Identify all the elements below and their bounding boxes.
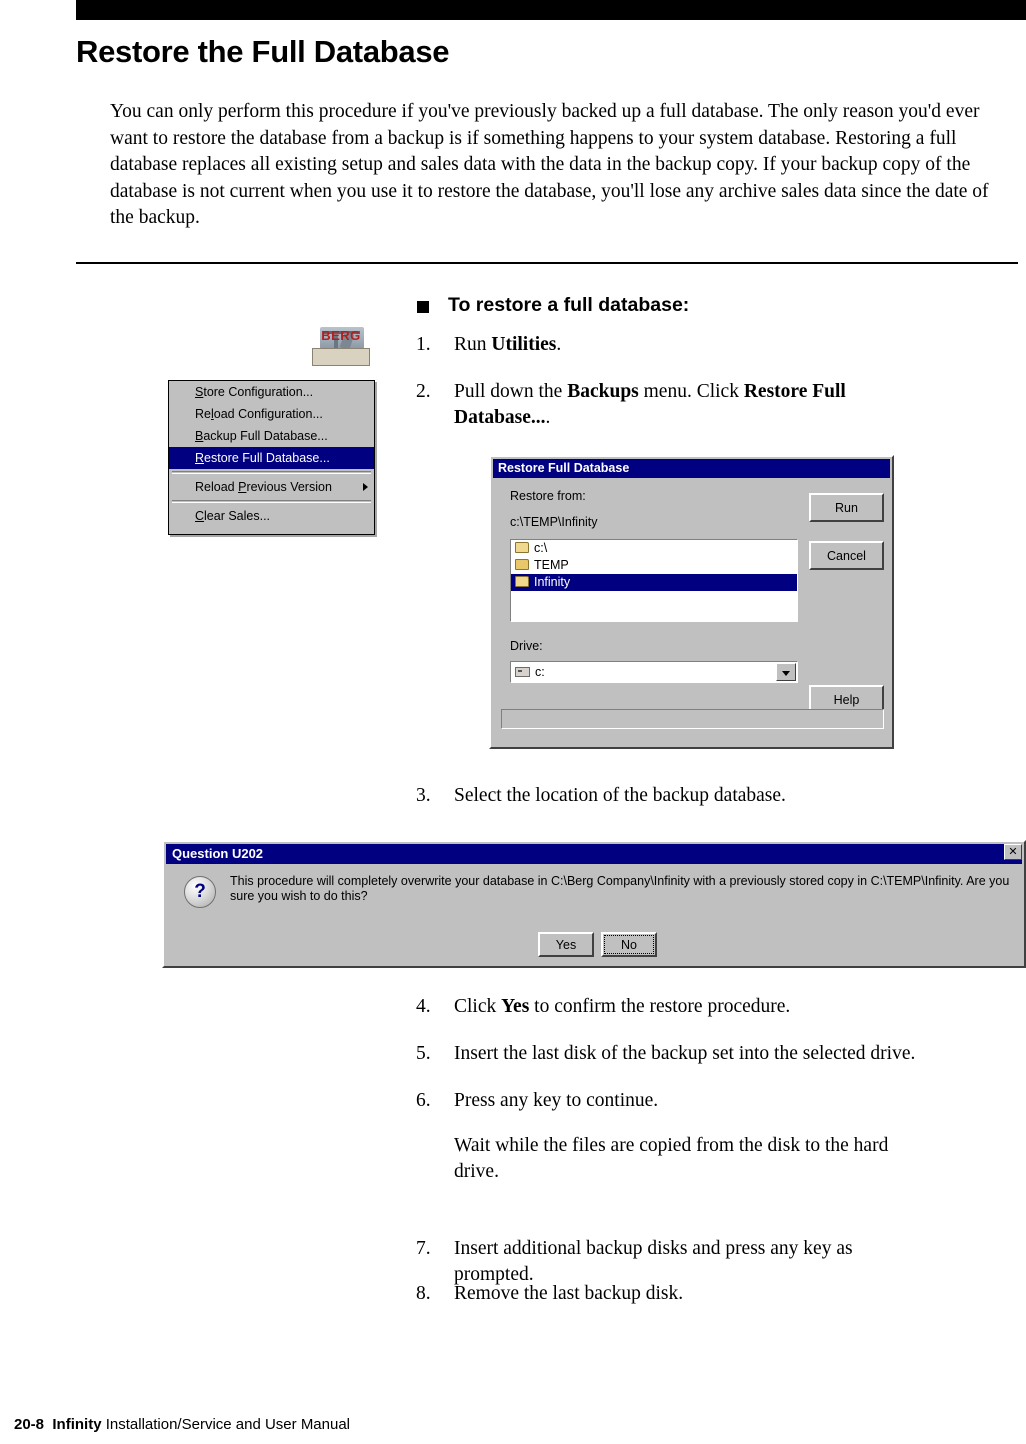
menu-separator-2 [172,500,371,503]
berg-nameplate [312,348,370,366]
drive-label: Drive: [510,639,543,653]
step-3-text: Select the location of the backup databa… [454,785,786,806]
page-footer: 20-8 Infinity Installation/Service and U… [14,1416,350,1433]
step-7-number: 7. [416,1238,431,1259]
question-dialog-titlebar: Question U202 [166,844,1022,864]
drive-icon [515,667,530,677]
step-3-number: 3. [416,785,431,806]
footer-product: Infinity [52,1416,102,1433]
chevron-down-icon[interactable] [776,663,796,681]
restore-full-database-dialog[interactable]: Restore Full Database Restore from: c:\T… [489,455,894,749]
step-6-note-text: Wait while the files are copied from the… [454,1135,889,1182]
restore-from-label: Restore from: [510,489,586,503]
step-4-text: Click Yes to confirm the restore procedu… [454,996,791,1017]
run-button[interactable]: Run [809,493,884,522]
footer-page-number: 20-8 [14,1416,45,1433]
folder-label-0: c:\ [534,541,548,555]
question-dialog[interactable]: Question U202 ✕ ? This procedure will co… [162,840,1026,968]
section-bullet-icon [417,301,429,313]
berg-label: BERG [321,328,361,343]
step-5-number: 5. [416,1043,431,1064]
folder-listbox[interactable]: c:\ TEMP Infinity [510,539,798,622]
procedure-heading: To restore a full database: [448,294,690,316]
close-icon[interactable]: ✕ [1004,844,1022,860]
folder-icon [515,559,529,570]
step-8-text: Remove the last backup disk. [454,1283,684,1304]
no-button[interactable]: No [601,932,657,957]
intro-paragraph: You can only perform this procedure if y… [110,101,989,228]
progress-bar [501,709,884,729]
question-mark-icon: ? [184,876,216,908]
drive-value: c: [535,665,545,679]
folder-open-icon [515,576,529,587]
step-2-text: Pull down the Backups menu. Click Restor… [454,381,846,428]
step-1-number: 1. [416,334,431,355]
question-message: This procedure will completely overwrite… [230,874,1010,903]
menu-item-store-configuration[interactable]: Store Configuration... [169,381,374,403]
menu-item-backup-full-database[interactable]: Backup Full Database... [169,425,374,447]
folder-row-temp[interactable]: TEMP [511,557,797,574]
menu-item-restore-full-database[interactable]: Restore Full Database... [169,447,374,469]
question-glyph: ? [194,881,206,902]
berg-app-icon: BERG [312,327,370,366]
menu-item-clear-sales[interactable]: Clear Sales... [169,505,374,527]
folder-label-2: Infinity [534,575,571,589]
submenu-arrow-icon [363,483,368,491]
dialog-titlebar: Restore Full Database [493,459,890,478]
step-6-text: Press any key to continue. [454,1090,659,1111]
menu-item-reload-configuration[interactable]: Reload Configuration... [169,403,374,425]
step-6-number: 6. [416,1090,431,1111]
backups-dropdown-menu[interactable]: Store Configuration... Reload Configurat… [168,380,375,535]
yes-button[interactable]: Yes [538,932,594,957]
folder-label-1: TEMP [534,558,569,572]
step-8-number: 8. [416,1283,431,1304]
drive-combobox[interactable]: c: [510,661,798,683]
menu-separator-1 [172,471,371,474]
folder-row-root[interactable]: c:\ [511,540,797,557]
step-2-number: 2. [416,381,431,402]
footer-manual-name: Installation/Service and User Manual [105,1416,351,1433]
step-4-number: 4. [416,996,431,1017]
page-top-rule [76,0,1026,20]
document-page: Restore the Full Database You can only p… [0,0,1026,1444]
folder-icon [515,542,529,553]
page-title: Restore the Full Database [76,34,450,69]
step-5-text: Insert the last disk of the backup set i… [454,1043,916,1064]
restore-path-value: c:\TEMP\Infinity [510,515,598,529]
folder-row-infinity[interactable]: Infinity [511,574,797,591]
cancel-button[interactable]: Cancel [809,541,884,570]
menu-item-reload-previous-version[interactable]: Reload Previous Version [169,476,374,498]
step-1-text: Run Utilities. [454,334,562,355]
horizontal-divider [76,262,1018,264]
